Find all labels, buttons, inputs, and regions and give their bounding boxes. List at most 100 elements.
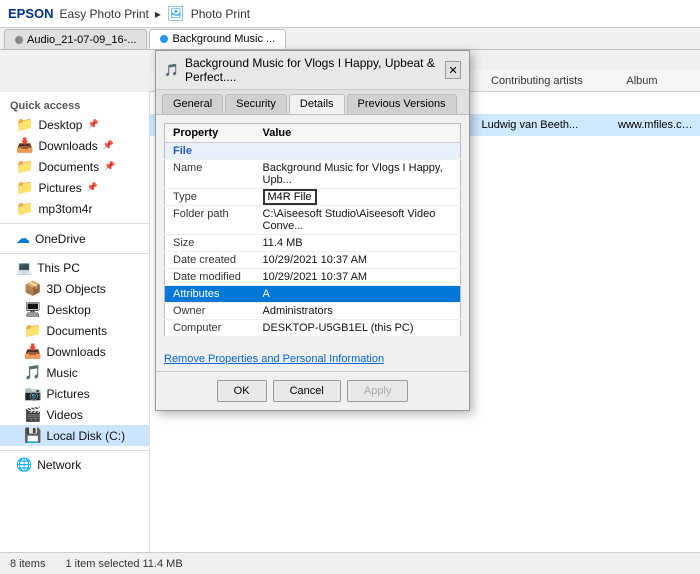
- sidebar-item-pictures[interactable]: 📁 Pictures 📌: [0, 177, 149, 198]
- tab-details[interactable]: Details: [289, 94, 345, 114]
- prop-value-owner: Administrators: [255, 303, 461, 320]
- prop-row-name: Name Background Music for Vlogs I Happy,…: [165, 160, 461, 189]
- properties-dialog: 🎵 Background Music for Vlogs I Happy, Up…: [155, 50, 470, 411]
- prop-row-size: Size 11.4 MB: [165, 235, 461, 252]
- background-album: www.mfiles.co.uk: [618, 119, 696, 131]
- prop-value-attributes: A: [255, 286, 461, 303]
- sidebar-item-desktop2[interactable]: 🖥 Desktop: [0, 299, 149, 320]
- sidebar-item-network[interactable]: 🌐 Network: [0, 455, 149, 475]
- dialog-titlebar-left: 🎵 Background Music for Vlogs I Happy, Up…: [164, 56, 445, 84]
- pictures-icon: 📁: [16, 179, 33, 196]
- videos-icon: 🎬: [24, 406, 41, 423]
- desktop2-icon: 🖥: [24, 301, 42, 318]
- sidebar-item-pictures2[interactable]: 📷 Pictures: [0, 383, 149, 404]
- sidebar-label-desktop: Desktop: [38, 118, 82, 132]
- type-value-highlight: M4R File: [263, 189, 317, 205]
- documents-icon: 📁: [16, 158, 33, 175]
- prop-name-owner: Owner: [165, 303, 255, 320]
- sub-title: Photo Print: [191, 7, 250, 21]
- sidebar-item-desktop[interactable]: 📁 Desktop 📌: [0, 114, 149, 135]
- sidebar-label-local-disk: Local Disk (C:): [46, 429, 125, 443]
- prop-value-size: 11.4 MB: [255, 235, 461, 252]
- sidebar-label-pictures2: Pictures: [46, 387, 89, 401]
- sidebar-item-downloads[interactable]: 📥 Downloads 📌: [0, 135, 149, 156]
- sidebar-label-videos: Videos: [46, 408, 82, 422]
- sidebar-divider-3: [0, 450, 149, 451]
- tab-dot-background: [160, 35, 168, 43]
- prop-value-folder: C:\Aiseesoft Studio\Aiseesoft Video Conv…: [255, 206, 461, 235]
- photo-print-icon: 🖼: [167, 5, 185, 22]
- sidebar-label-downloads2: Downloads: [46, 345, 105, 359]
- dialog-title-text: Background Music for Vlogs I Happy, Upbe…: [185, 56, 445, 84]
- prop-value-name: Background Music for Vlogs I Happy, Upb.…: [255, 160, 461, 189]
- pin-icon-desktop: 📌: [87, 119, 98, 130]
- sidebar-item-documents2[interactable]: 📁 Documents: [0, 320, 149, 341]
- prop-name-size: Size: [165, 235, 255, 252]
- tab-previous-versions[interactable]: Previous Versions: [347, 94, 457, 114]
- prop-value-computer: DESKTOP-U5GB1EL (this PC): [255, 320, 461, 337]
- dialog-titlebar: 🎵 Background Music for Vlogs I Happy, Up…: [156, 51, 469, 90]
- tab-general[interactable]: General: [162, 94, 223, 114]
- pin-icon-documents: 📌: [104, 161, 115, 172]
- sidebar-item-this-pc[interactable]: 💻 This PC: [0, 258, 149, 278]
- sidebar-label-music: Music: [46, 366, 77, 380]
- onedrive-icon: ☁: [16, 230, 30, 247]
- sidebar-label-downloads: Downloads: [38, 139, 97, 153]
- sidebar-label-documents: Documents: [38, 160, 99, 174]
- prop-row-folder: Folder path C:\Aiseesoft Studio\Aiseesof…: [165, 206, 461, 235]
- desktop-icon: 📁: [16, 116, 33, 133]
- music-icon: 🎵: [24, 364, 41, 381]
- dialog-footer: Remove Properties and Personal Informati…: [156, 345, 469, 371]
- prop-value-date-modified: 10/29/2021 10:37 AM: [255, 269, 461, 286]
- sidebar-item-downloads2[interactable]: 📥 Downloads: [0, 341, 149, 362]
- prop-name-folder: Folder path: [165, 206, 255, 235]
- prop-value-date-created: 10/29/2021 10:37 AM: [255, 252, 461, 269]
- tab-audio[interactable]: Audio_21-07-09_16-...: [4, 29, 147, 49]
- sidebar-item-documents[interactable]: 📁 Documents 📌: [0, 156, 149, 177]
- section-file: File: [165, 143, 461, 160]
- prop-name-date-modified: Date modified: [165, 269, 255, 286]
- sidebar-item-mp3tom4r[interactable]: 📁 mp3tom4r: [0, 198, 149, 219]
- dialog-file-icon: 🎵: [164, 63, 179, 77]
- downloads2-icon: 📥: [24, 343, 41, 360]
- prop-row-date-created: Date created 10/29/2021 10:37 AM: [165, 252, 461, 269]
- ok-button[interactable]: OK: [217, 380, 267, 402]
- prop-value-type: M4R File: [255, 189, 461, 206]
- dialog-buttons: OK Cancel Apply: [156, 371, 469, 410]
- sidebar-divider-2: [0, 253, 149, 254]
- epson-logo: EPSON: [8, 6, 54, 21]
- documents2-icon: 📁: [24, 322, 41, 339]
- sidebar-item-local-disk[interactable]: 💾 Local Disk (C:): [0, 425, 149, 446]
- sidebar-item-onedrive[interactable]: ☁ OneDrive: [0, 228, 149, 249]
- properties-table: Property Value File Name Background Musi…: [164, 123, 461, 337]
- sidebar-item-3d-objects[interactable]: 📦 3D Objects: [0, 278, 149, 299]
- sidebar-label-this-pc: This PC: [37, 261, 80, 275]
- prop-row-computer: Computer DESKTOP-U5GB1EL (this PC): [165, 320, 461, 337]
- prop-row-date-modified: Date modified 10/29/2021 10:37 AM: [165, 269, 461, 286]
- tab-background[interactable]: Background Music ...: [149, 29, 286, 49]
- 3d-objects-icon: 📦: [24, 280, 41, 297]
- prop-name-type: Type: [165, 189, 255, 206]
- apply-button[interactable]: Apply: [347, 380, 409, 402]
- tab-background-label: Background Music ...: [172, 33, 275, 45]
- col-album[interactable]: Album: [618, 75, 696, 87]
- dialog-content: Property Value File Name Background Musi…: [156, 115, 469, 345]
- remove-properties-link[interactable]: Remove Properties and Personal Informati…: [164, 353, 384, 365]
- background-artist: Ludwig van Beeth...: [482, 119, 618, 131]
- prop-name-attributes: Attributes: [165, 286, 255, 303]
- prop-name-date-created: Date created: [165, 252, 255, 269]
- prop-row-type: Type M4R File: [165, 189, 461, 206]
- sidebar-item-music[interactable]: 🎵 Music: [0, 362, 149, 383]
- sidebar-item-videos[interactable]: 🎬 Videos: [0, 404, 149, 425]
- pictures2-icon: 📷: [24, 385, 41, 402]
- pc-icon: 💻: [16, 260, 32, 276]
- sidebar-label-mp3tom4r: mp3tom4r: [38, 202, 92, 216]
- cancel-button[interactable]: Cancel: [273, 380, 341, 402]
- col-artist[interactable]: Contributing artists: [483, 75, 618, 87]
- dialog-close-button[interactable]: ✕: [445, 61, 461, 79]
- dialog-tabs: General Security Details Previous Versio…: [156, 90, 469, 115]
- col-value: Value: [255, 124, 461, 143]
- tab-security[interactable]: Security: [225, 94, 287, 114]
- statusbar: 8 items 1 item selected 11.4 MB: [0, 552, 700, 574]
- app-title: Easy Photo Print: [60, 7, 149, 21]
